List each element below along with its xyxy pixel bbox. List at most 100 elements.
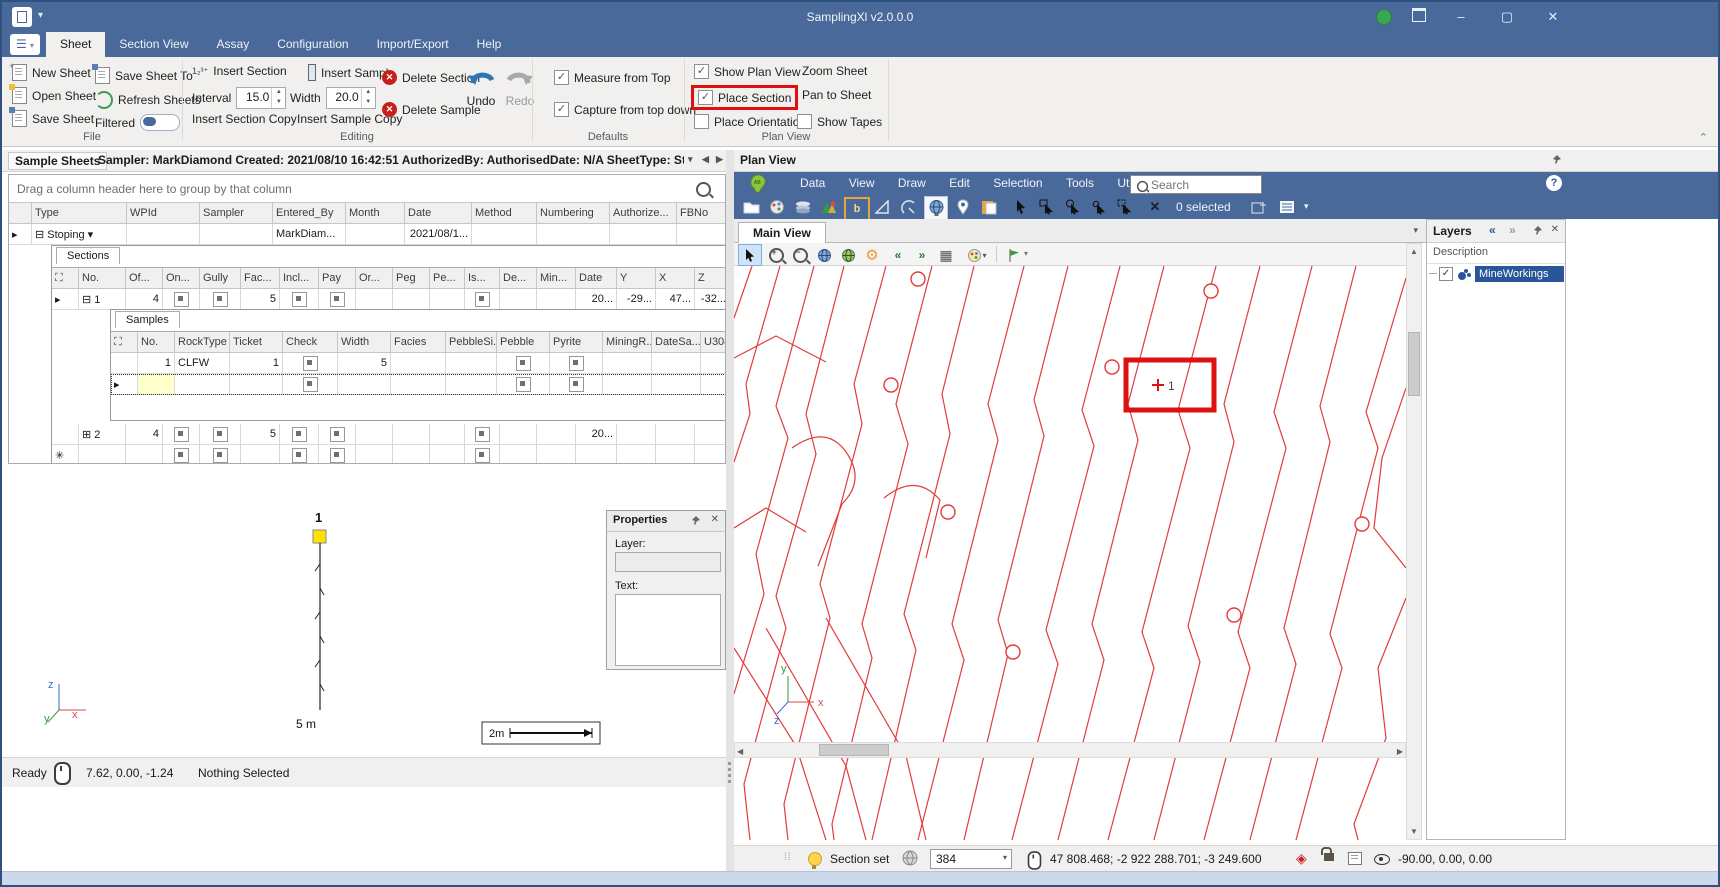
grid-header-cell[interactable]: Y <box>617 268 656 288</box>
ribbon-collapse-button[interactable]: ⌃ <box>1699 131 1708 144</box>
grid-header-cell[interactable]: Min... <box>537 268 576 288</box>
sample-sheets-panel-title[interactable]: Sample Sheets <box>8 152 107 170</box>
grid-cell[interactable] <box>163 289 200 309</box>
layer-name[interactable]: MineWorkings <box>1475 266 1564 282</box>
grid-cell[interactable] <box>537 289 576 309</box>
grid-cell[interactable] <box>550 374 603 394</box>
previous-view-button[interactable]: « <box>886 244 910 266</box>
grid-cell[interactable] <box>497 353 550 373</box>
grid-cell[interactable] <box>391 353 446 373</box>
grid-header-cell[interactable] <box>9 203 32 223</box>
layer-row[interactable]: ✓ MineWorkings <box>1427 264 1565 284</box>
grid-cell[interactable] <box>391 374 446 394</box>
grid-cell[interactable] <box>500 289 537 309</box>
lightbulb-icon[interactable] <box>808 852 822 866</box>
grid-header-cell[interactable]: No. <box>79 268 126 288</box>
scrollbar-thumb[interactable] <box>819 744 889 756</box>
grid-header-cell[interactable]: No. <box>138 332 175 352</box>
view-list-button[interactable] <box>1276 197 1298 217</box>
grid-cell[interactable] <box>652 353 701 373</box>
grid-cell[interactable] <box>52 424 79 444</box>
grid-header-cell[interactable]: Facies <box>391 332 446 352</box>
grid-cell[interactable]: ⊞ 2 <box>79 424 126 444</box>
grid-cell[interactable] <box>393 289 430 309</box>
grid-cell[interactable]: 5 <box>241 289 280 309</box>
cell-checkbox[interactable] <box>174 292 189 307</box>
map-horizontal-scrollbar[interactable]: ◀ ▶ <box>734 742 1406 758</box>
toolbar-dropdown-icon[interactable]: ▾ <box>1304 201 1309 212</box>
grid-cell[interactable] <box>175 374 230 394</box>
grid-header-cell[interactable]: Pyrite <box>550 332 603 352</box>
grid-header-cell[interactable]: WPId <box>127 203 200 223</box>
grid-cell[interactable] <box>617 424 656 444</box>
grid-header-cell[interactable]: Check <box>283 332 338 352</box>
grid-header-row[interactable]: TypeWPIdSamplerEntered_ByMonthDateMethod… <box>9 203 725 224</box>
grid-cell[interactable]: ⊟ 1 <box>79 289 126 309</box>
grid-cell[interactable] <box>138 374 175 394</box>
scrollbar-thumb[interactable] <box>1408 332 1420 396</box>
panel-splitter[interactable] <box>726 150 734 871</box>
grid-cell[interactable] <box>446 353 497 373</box>
flag-dropdown-icon[interactable]: ▾ <box>1024 249 1028 258</box>
save-sheet-to-button[interactable]: Save Sheet To <box>95 67 193 84</box>
grid-cell[interactable]: ▸ <box>111 374 138 394</box>
redo-button[interactable]: Redo <box>505 65 535 108</box>
cell-checkbox[interactable] <box>516 377 531 392</box>
pan-to-sheet-button[interactable]: Pan to Sheet <box>802 88 871 102</box>
layer-input[interactable] <box>615 552 721 572</box>
layers-button[interactable] <box>792 197 814 217</box>
grid-header-cell[interactable]: On... <box>163 268 200 288</box>
grid-cell[interactable]: 1 <box>230 353 283 373</box>
cell-checkbox[interactable] <box>303 356 318 371</box>
grid-cell[interactable] <box>446 374 497 394</box>
cell-checkbox[interactable] <box>213 292 228 307</box>
grid-cell[interactable]: 4 <box>126 289 163 309</box>
grid-header-cell[interactable]: Of... <box>126 268 163 288</box>
plan-map-canvas[interactable]: 1 y x z ◀ ▶ <box>734 266 1406 840</box>
sphere-icon[interactable] <box>902 850 918 866</box>
grid-cell[interactable] <box>465 445 500 464</box>
show-tapes-checkbox[interactable]: Show Tapes <box>797 114 882 129</box>
cell-checkbox[interactable] <box>569 377 584 392</box>
pin-icon[interactable] <box>689 515 701 527</box>
grid-cell[interactable] <box>603 374 652 394</box>
grid-header-cell[interactable]: Type <box>32 203 127 223</box>
grid-header-cell[interactable]: Date <box>576 268 617 288</box>
grid-cell[interactable] <box>537 445 576 464</box>
search-icon[interactable] <box>696 182 711 197</box>
snap-diamond-icon[interactable]: ◈ <box>1296 851 1307 865</box>
eye-icon[interactable] <box>1374 854 1390 865</box>
group-by-bar[interactable]: Drag a column header here to group by th… <box>9 175 725 203</box>
grid-cell[interactable] <box>465 424 500 444</box>
scroll-right-icon[interactable]: ▶ <box>1397 747 1403 756</box>
sample-new-row[interactable]: ▸ <box>111 374 726 395</box>
open-sheet-button[interactable]: Open Sheet <box>12 87 96 104</box>
grid-cell[interactable] <box>603 353 652 373</box>
select-cursor-button[interactable] <box>1010 197 1032 217</box>
grid-header-cell[interactable]: Authorize... <box>610 203 677 223</box>
grid-cell[interactable] <box>430 289 465 309</box>
tab-section-view[interactable]: Section View <box>105 32 202 57</box>
sections-tab[interactable]: Sections <box>56 247 120 264</box>
sheet-next-icon[interactable]: ▶ <box>716 154 723 165</box>
grid-cell[interactable] <box>283 353 338 373</box>
tab-import-export[interactable]: Import/Export <box>363 32 463 57</box>
scroll-down-icon[interactable]: ▼ <box>1410 827 1418 836</box>
grid-header-cell[interactable]: Is... <box>465 268 500 288</box>
grid-cell[interactable] <box>200 289 241 309</box>
grid-header-cell[interactable]: Pe... <box>430 268 465 288</box>
collapse-right-icon[interactable]: » <box>1509 223 1516 237</box>
samples-header-row[interactable]: ⛶No.RockTypeTicketCheckWidthFaciesPebble… <box>111 332 726 353</box>
grid-cell[interactable]: 20... <box>576 424 617 444</box>
panel-layout-button[interactable] <box>1406 8 1432 26</box>
open-file-button[interactable] <box>740 197 762 217</box>
grid-cell[interactable] <box>500 445 537 464</box>
cell-checkbox[interactable] <box>475 292 490 307</box>
grid-cell[interactable] <box>550 353 603 373</box>
cell-checkbox[interactable] <box>292 427 307 442</box>
grid-cell[interactable] <box>356 424 393 444</box>
pointer-tool-button[interactable] <box>738 244 762 266</box>
grid-cell[interactable] <box>393 445 430 464</box>
grid-cell[interactable] <box>200 224 273 244</box>
grid-header-cell[interactable]: Ticket <box>230 332 283 352</box>
